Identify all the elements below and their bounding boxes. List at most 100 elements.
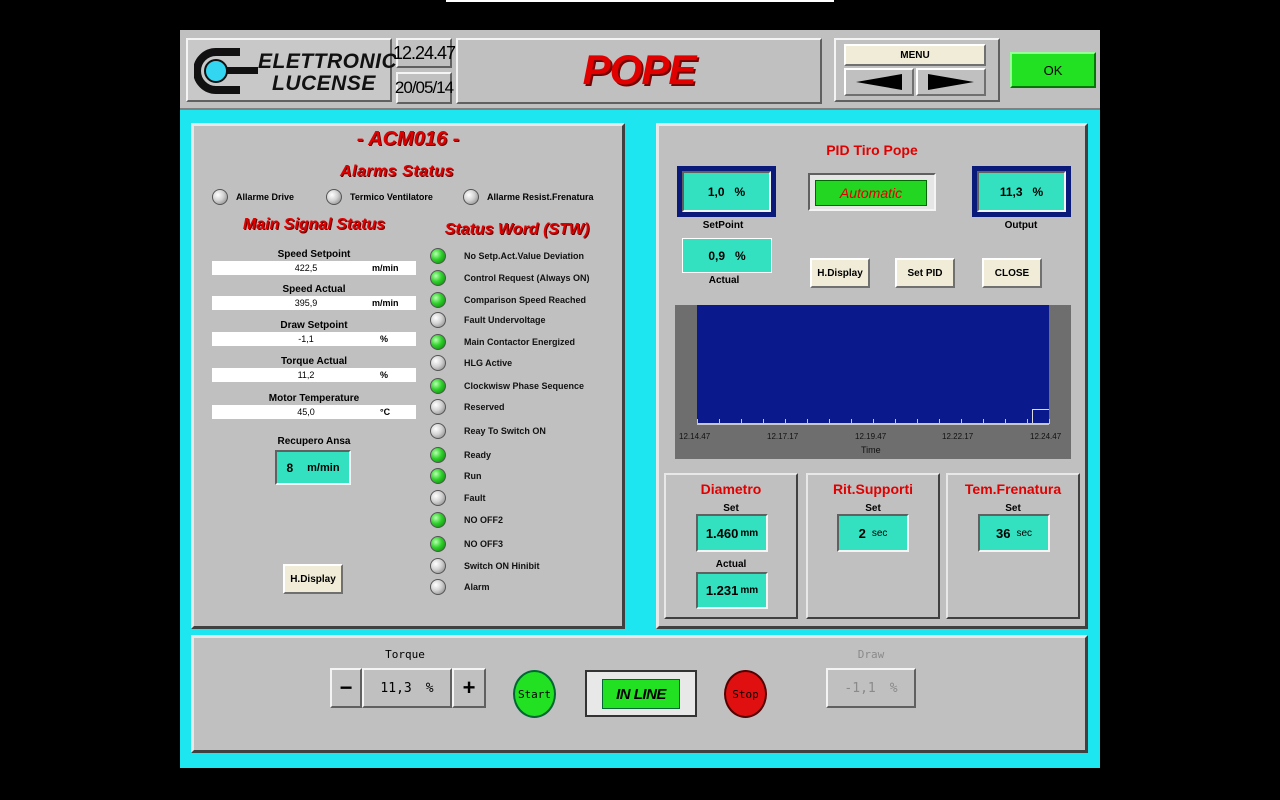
set-pid-button[interactable]: Set PID [895,258,955,288]
stw-row: Ready [430,445,491,465]
trend-tick-mark [697,419,698,424]
stw-row: Run [430,466,482,486]
stw-row: NO OFF2 [430,510,503,530]
diametro-set-field[interactable]: 1.460 mm [696,514,768,552]
draw-value: -1,1 [844,680,876,696]
signal-group: Speed Actual 395,9 m/min [212,284,416,310]
setpoint-field[interactable]: 1,0 % [682,171,771,212]
signal-value-box: 395,9 m/min [212,296,416,310]
trend-tick-mark [895,419,896,424]
recupero-field[interactable]: 8 m/min [275,450,351,485]
stw-led [430,334,446,350]
stw-row: Comparison Speed Reached [430,290,586,310]
alarms-status-title: Alarms Status [339,163,455,180]
alarm-label: Allarme Drive [236,192,295,202]
menu-next-button[interactable] [916,68,986,96]
stw-row: HLG Active [430,353,512,373]
torque-minus-button[interactable]: − [330,668,362,708]
menu-label: MENU [844,44,986,66]
torque-plus-button[interactable]: + [452,668,486,708]
output-frame: 11,3 % [972,166,1071,217]
ok-button[interactable]: OK [1010,52,1096,88]
arrow-right-icon [928,74,974,90]
signal-unit: °C [380,407,391,417]
supporti-set-field[interactable]: 2 sec [837,514,909,552]
stw-row: NO OFF3 [430,534,503,554]
title-box: POPE [456,38,822,104]
stw-label: Main Contactor Energized [464,337,576,347]
trend-plot-area [697,305,1049,423]
trend-tick-mark [851,419,852,424]
signal-value-box: 11,2 % [212,368,416,382]
start-button[interactable]: Start [513,670,556,718]
frenatura-set-value: 36 [995,525,1011,541]
stw-label: Reay To Switch ON [464,426,546,436]
alarm-led [463,189,479,205]
setpoint-unit: % [734,184,746,199]
trend-tick-mark [719,419,720,424]
trend-tick-mark [807,419,808,424]
alarm-row: Allarme Resist.Frenatura [463,189,594,205]
output-field: 11,3 % [977,171,1066,212]
recupero-label: Recupero Ansa [277,436,351,447]
mode-frame: Automatic [808,173,936,211]
menu-prev-button[interactable] [844,68,914,96]
torque-label: Torque [385,648,425,661]
output-unit: % [1032,184,1044,199]
clock-date: 20/05/14 [395,72,454,104]
stw-led [430,468,446,484]
signal-label: Motor Temperature [268,393,360,404]
trend-tick-mark [1005,419,1006,424]
supporti-set-value: 2 [858,525,866,541]
diametro-actual-label: Actual [715,559,747,570]
trend-tick-label: 12.17.17 [767,432,799,441]
stw-led [430,248,446,264]
stw-row: Control Request (Always ON) [430,268,590,288]
hdisplay-button-left[interactable]: H.Display [283,564,343,594]
output-value: 11,3 [999,184,1023,199]
stw-label: Fault [464,493,486,503]
close-button[interactable]: CLOSE [982,258,1042,288]
frenatura-set-field[interactable]: 36 sec [978,514,1050,552]
signal-unit: % [380,370,389,380]
trend-tick-mark [785,419,786,424]
trend-tick-label: 12.24.47 [1030,432,1062,441]
setpoint-label: SetPoint [702,220,744,231]
trend-x-axis-label: Time [861,445,881,455]
alarm-row: Termico Ventilatore [326,189,433,205]
signal-unit: m/min [372,263,399,273]
stw-row: Fault Undervoltage [430,310,546,330]
signal-group: Motor Temperature 45,0 °C [212,393,416,419]
actual-label: Actual [708,275,740,286]
hdisplay-button-pid[interactable]: H.Display [810,258,870,288]
signal-unit: % [380,334,389,344]
signal-group: Draw Setpoint -1,1 % [212,320,416,346]
diametro-set-unit: mm [740,527,759,539]
diametro-title: Diametro [700,481,762,497]
stw-led [430,312,446,328]
stw-led [430,355,446,371]
menu-box: MENU [834,38,1000,102]
stw-title: Status Word (STW) [444,221,590,238]
trend-tick-label: 12.19.47 [855,432,887,441]
trend-tick-mark [983,419,984,424]
stw-row: Fault [430,488,486,508]
signal-value-box: 45,0 °C [212,405,416,419]
logo-icon [194,48,258,94]
diametro-actual-value: 1.231 [705,583,739,598]
signal-unit: m/min [372,298,399,308]
trend-chart: 12.14.47 12.17.17 12.19.47 12.22.17 12.2… [675,305,1071,459]
stw-row: Switch ON Hinibit [430,556,540,576]
top-edge-line [446,0,834,2]
status-frame: IN LINE [585,670,697,717]
frenatura-set-label: Set [1005,503,1021,514]
stop-button[interactable]: Stop [724,670,767,718]
stw-led [430,270,446,286]
supporti-set-unit: sec [871,527,888,539]
setpoint-frame: 1,0 % [677,166,776,217]
stw-led [430,447,446,463]
signal-group: Torque Actual 11,2 % [212,356,416,382]
diametro-actual-unit: mm [740,585,759,596]
stw-label: Control Request (Always ON) [464,273,590,283]
main-signal-title: Main Signal Status [242,216,386,233]
